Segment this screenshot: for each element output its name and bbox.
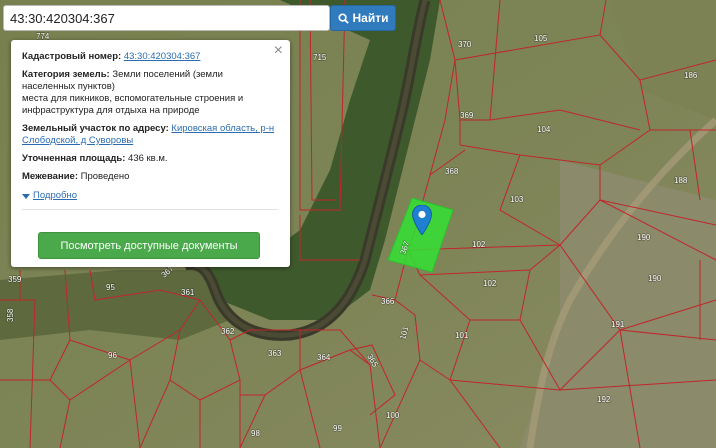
category-label: Категория земель: [22,69,110,80]
parcel-label: 192 [597,395,611,404]
parcel-label: 101 [455,331,469,340]
search-button[interactable]: Найти [330,5,396,31]
details-toggle[interactable]: Подробно [22,190,77,202]
area-row: Уточненная площадь: 436 кв.м. [22,153,278,165]
parcel-label: 368 [445,167,459,176]
triangle-down-icon [22,193,30,199]
view-documents-button[interactable]: Посмотреть доступные документы [38,232,260,259]
close-icon[interactable]: × [274,43,283,59]
parcel-label: 366 [381,297,395,306]
parcel-label: 359 [8,275,22,284]
category-row: Категория земель: Земли поселений (земли… [22,69,278,117]
popup-divider [22,208,278,210]
parcel-label: 100 [386,411,400,420]
cadastral-search-input[interactable] [3,5,330,31]
survey-value: Проведено [80,171,130,182]
search-icon [337,12,349,24]
area-label: Уточненная площадь: [22,153,126,164]
parcel-label: 361 [181,288,195,297]
parcel-label: 715 [313,53,327,62]
parcel-label: 188 [674,176,688,185]
parcel-label: 95 [106,283,115,292]
parcel-label: 186 [684,71,698,80]
cadastral-row: Кадастровый номер: 43:30:420304:367 [22,51,278,63]
parcel-label: 105 [534,34,548,43]
search-button-label: Найти [352,11,389,25]
parcel-label: 190 [637,233,651,242]
parcel-label: 363 [268,349,282,358]
area-value: 436 кв.м. [128,153,168,164]
parcel-label: 370 [458,40,472,49]
parcel-label: 96 [108,351,117,360]
parcel-label: 99 [333,424,342,433]
parcel-label: 102 [472,240,486,249]
parcel-label: 364 [317,353,331,362]
survey-row: Межевание: Проведено [22,171,278,183]
survey-label: Межевание: [22,171,78,182]
parcel-info-popup: × Кадастровый номер: 43:30:420304:367 Ка… [11,40,290,267]
address-row: Земельный участок по адресу: Кировская о… [22,123,278,147]
map-pin-icon[interactable] [411,204,433,236]
parcel-label: 369 [460,111,474,120]
parcel-label: 102 [483,279,497,288]
parcel-label: 103 [510,195,524,204]
purpose-value: места для пикников, вспомогательные стро… [22,93,244,116]
parcel-label: 362 [221,327,235,336]
address-label: Земельный участок по адресу: [22,123,169,134]
parcel-label: 358 [6,308,15,322]
parcel-label: 104 [537,125,551,134]
parcel-label: 190 [648,274,662,283]
cadastral-link[interactable]: 43:30:420304:367 [124,51,201,62]
cadastral-label: Кадастровый номер: [22,51,122,62]
parcel-label: 191 [611,320,625,329]
details-label: Подробно [33,190,77,201]
parcel-label: 98 [251,429,260,438]
